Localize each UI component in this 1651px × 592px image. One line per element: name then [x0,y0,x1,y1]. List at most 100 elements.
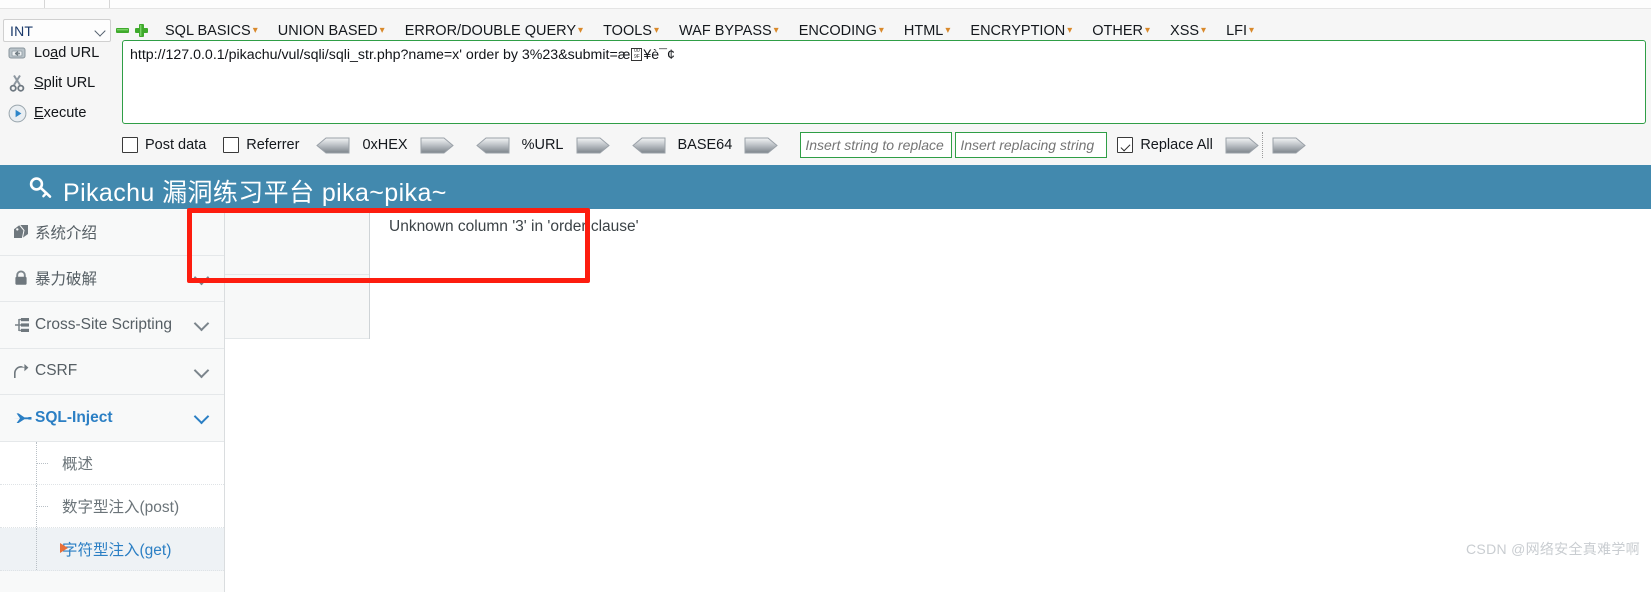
menu-item-other[interactable]: OTHER ▾ [1082,23,1160,39]
hackbar-actions: Load URL Split URL Execute [0,38,120,128]
menu-label: XSS [1170,23,1200,39]
toolbar-divider [1261,132,1263,158]
url-input[interactable]: http://127.0.0.1/pikachu/vul/sqli/sqli_s… [122,40,1646,124]
hex-encoder-group: 0xHEX [316,137,454,154]
menu-item-encryption[interactable]: ENCRYPTION ▾ [960,23,1082,39]
hackbar-encode-row: Post data Referrer 0xHEX %URL BASE64 Ins… [122,128,1651,162]
replace-all-label: Replace All [1140,137,1213,153]
watermark: CSDN @网络安全真难学啊 [1466,541,1640,557]
result-table-first-column [225,209,370,339]
browser-tab-strip [0,0,1651,9]
post-data-checkbox[interactable]: Post data [122,137,206,153]
menu-item-encoding[interactable]: ENCODING ▾ [789,23,894,39]
execute-label: Execute [34,105,87,121]
decode-left-arrow-icon[interactable] [316,137,350,154]
caret-right-icon [60,542,68,553]
menu-item-html[interactable]: HTML ▾ [894,23,961,39]
caret-down-icon: ▾ [1201,25,1207,36]
caret-down-icon: ▾ [878,25,884,36]
replace-apply-arrow-icon[interactable] [1225,137,1259,154]
menu-label: HTML [903,23,944,39]
checkbox-checked-icon [1117,137,1134,153]
tree-line [36,527,37,570]
overflow-arrow-icon[interactable] [1272,137,1306,154]
sidebar-subitem-string-injection-get[interactable]: 字符型注入(get) [0,527,224,571]
caret-down-icon: ▾ [1145,25,1151,36]
scissors-icon [0,74,34,92]
sidebar-subitem-overview[interactable]: 概述 [0,441,224,485]
load-url-icon [0,45,34,61]
remove-row-icon[interactable] [116,24,129,37]
caret-down-icon: ▾ [773,25,779,36]
menu-label: ERROR/DOUBLE QUERY [404,23,577,39]
referrer-label: Referrer [246,137,300,153]
main-content: Unknown column '3' in 'order clause' [225,209,1651,592]
url-input-value: http://127.0.0.1/pikachu/vul/sqli/sqli_s… [130,46,1638,64]
screenshot-root: INT SQL BASICS ▾ UNION BASED ▾ ERROR/DOUBL… [0,0,1651,592]
sidebar: 系统介绍 暴力破解 Cross-Site Scripting CSRF SQL-… [0,209,225,592]
sidebar-item-cross-site-scripting[interactable]: Cross-Site Scripting [0,302,224,349]
menu-item-sql-basics[interactable]: SQL BASICS ▾ [155,23,268,39]
sidebar-item-label: CSRF [35,362,78,380]
menu-item-error-double-query[interactable]: ERROR/DOUBLE QUERY ▾ [395,23,593,39]
encode-right-arrow-icon[interactable] [576,137,610,154]
checkbox-box-icon [122,137,138,153]
search-string-input[interactable] [800,132,953,158]
split-url-label: Split URL [34,75,96,91]
base64-encoder-label: BASE64 [677,137,733,153]
payload-type-value: INT [10,22,34,39]
menu-label: WAF BYPASS [679,23,772,39]
decode-left-arrow-icon[interactable] [631,137,666,154]
split-url-button[interactable]: Split URL [0,68,120,98]
menu-item-tools[interactable]: TOOLS ▾ [593,23,669,39]
caret-down-icon: ▾ [1249,25,1255,36]
hackbar-menu-items: SQL BASICS ▾ UNION BASED ▾ ERROR/DOUBLE QU… [155,20,1264,42]
sidebar-item-csrf[interactable]: CSRF [0,348,224,395]
share-icon [13,363,35,379]
encode-right-arrow-icon[interactable] [420,137,454,154]
sidebar-item-sql-inject[interactable]: SQL-Inject [0,395,224,442]
replace-string-input[interactable] [955,132,1108,158]
caret-down-icon: ▾ [578,25,584,36]
url-encoder-group: %URL [475,137,610,154]
menu-label: ENCODING [798,23,877,39]
chevron-down-icon [96,26,106,36]
key-icon [28,176,54,207]
menu-item-lfi[interactable]: LFI ▾ [1216,23,1264,39]
sidebar-item-label: SQL-Inject [35,408,113,426]
base64-encoder-group: BASE64 [631,137,779,154]
caret-down-icon: ▾ [252,25,258,36]
encode-right-arrow-icon[interactable] [744,137,779,154]
plane-icon [13,411,35,425]
replace-all-checkbox[interactable]: Replace All [1117,137,1213,153]
sidebar-item-system-intro[interactable]: 系统介绍 [0,209,224,256]
menu-item-waf-bypass[interactable]: WAF BYPASS ▾ [669,23,789,39]
sql-error-message: Unknown column '3' in 'order clause' [389,218,639,235]
sidebar-subitem-numeric-injection-post[interactable]: 数字型注入(post) [0,484,224,528]
load-url-button[interactable]: Load URL [0,38,120,68]
checkbox-box-icon [223,137,240,153]
page-title: Pikachu 漏洞练习平台 pika~pika~ [28,173,447,209]
chevron-down-icon [196,318,208,330]
add-row-icon[interactable] [135,24,148,37]
caret-down-icon: ▾ [945,25,951,36]
hackbar-menubar: INT SQL BASICS ▾ UNION BASED ▾ ERROR/DOUBL… [0,9,1651,42]
caret-down-icon: ▾ [379,25,385,36]
post-data-label: Post data [145,137,207,153]
menu-label: TOOLS [603,23,652,39]
decode-left-arrow-icon[interactable] [475,137,510,154]
unknown-glyph-box-icon: 00 9F [631,48,643,61]
table-row-divider [225,338,369,339]
sitemap-icon [13,317,35,333]
execute-button[interactable]: Execute [0,98,120,128]
menu-label: ENCRYPTION [970,23,1066,39]
tag-icon [13,224,35,239]
tree-branch [37,505,48,507]
page-title-text: Pikachu 漏洞练习平台 pika~pika~ [63,179,447,207]
sidebar-item-brute-force[interactable]: 暴力破解 [0,255,224,302]
menu-item-xss[interactable]: XSS ▾ [1160,23,1216,39]
referrer-checkbox[interactable]: Referrer [223,137,299,153]
menu-item-union-based[interactable]: UNION BASED ▾ [268,23,395,39]
lock-icon [13,270,35,286]
browser-tab[interactable] [44,0,110,8]
